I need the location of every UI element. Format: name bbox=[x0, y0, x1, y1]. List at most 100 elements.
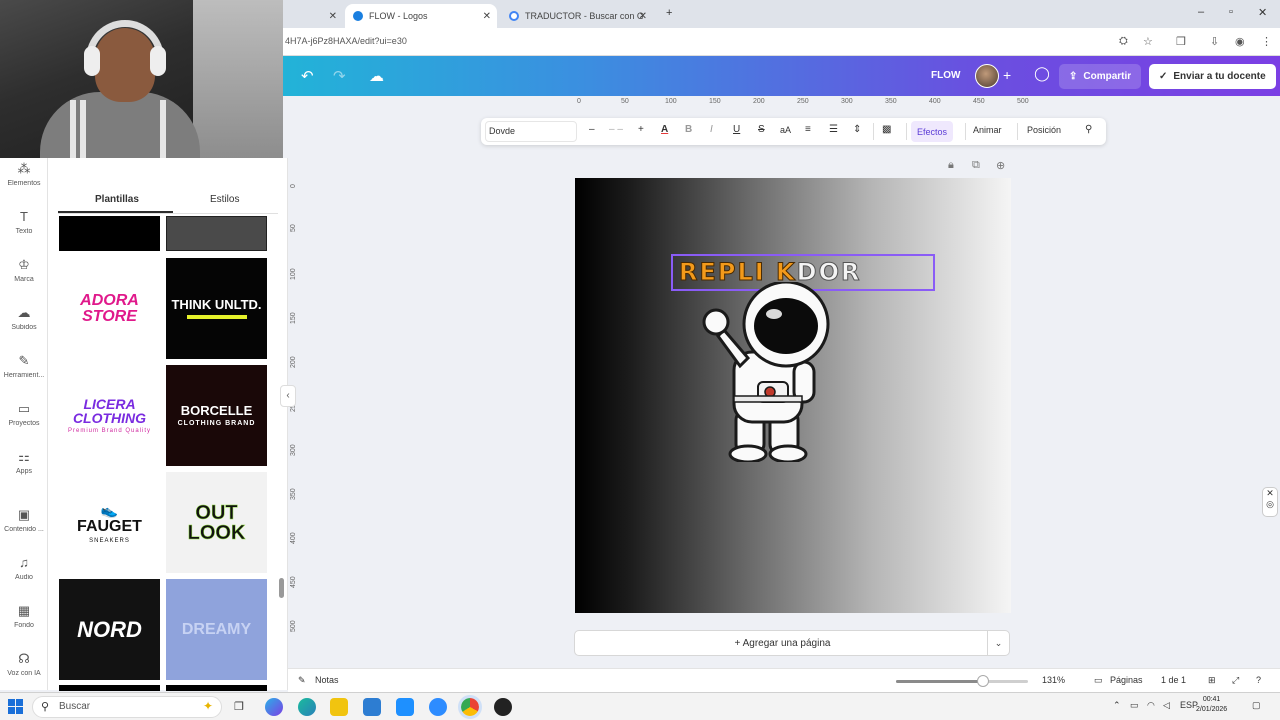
position-button[interactable]: Posición bbox=[1027, 125, 1061, 135]
share-button[interactable]: ⇪ Compartir bbox=[1059, 64, 1142, 89]
chevron-down-icon[interactable]: ⌄ bbox=[987, 631, 1009, 655]
close-tab-icon[interactable]: ✕ bbox=[639, 11, 647, 22]
rail-item-projects[interactable]: ▭ Proyectos bbox=[0, 401, 48, 427]
minimize-icon[interactable]: – bbox=[1198, 6, 1204, 18]
notes-button[interactable]: Notas bbox=[315, 675, 339, 685]
pages-button[interactable]: Páginas bbox=[1110, 675, 1143, 685]
volume-icon[interactable]: ◁ bbox=[1163, 700, 1170, 711]
animate-button[interactable]: Animar bbox=[973, 125, 1002, 135]
cloud-save-icon[interactable]: ☁ bbox=[369, 67, 384, 85]
template-tile[interactable]: DREAMY bbox=[166, 579, 267, 680]
send-to-teacher-button[interactable]: ✓ Enviar a tu docente bbox=[1149, 64, 1276, 89]
mail-icon[interactable] bbox=[396, 698, 414, 716]
font-family-select[interactable]: Dovde bbox=[485, 121, 577, 142]
wifi-icon[interactable]: ◠ bbox=[1147, 700, 1155, 711]
copilot-icon[interactable] bbox=[265, 698, 283, 716]
task-view-icon[interactable]: ❐ bbox=[234, 700, 244, 713]
strikethrough-icon[interactable]: S bbox=[758, 124, 765, 135]
zoom-slider-knob[interactable] bbox=[977, 675, 990, 687]
spacing-icon[interactable]: ⇕ bbox=[853, 124, 861, 135]
rail-item-text[interactable]: T Texto bbox=[0, 209, 48, 235]
tab-styles[interactable]: Estilos bbox=[210, 194, 239, 205]
network-icon[interactable]: ▭ bbox=[1130, 700, 1139, 711]
profile-icon[interactable]: ◉ bbox=[1235, 35, 1245, 48]
rail-item-brand[interactable]: ♔ Marca bbox=[0, 257, 48, 283]
font-size-decrease-icon[interactable]: – bbox=[589, 124, 595, 135]
template-tile[interactable]: THINK UNLTD. bbox=[166, 258, 267, 359]
template-tile[interactable]: 👟 FAUGET SNEAKERS bbox=[59, 472, 160, 573]
windows-start-icon[interactable] bbox=[8, 699, 24, 715]
assistant-icon[interactable]: ◎ bbox=[1263, 499, 1277, 510]
case-icon[interactable]: aA bbox=[780, 125, 791, 135]
close-icon[interactable]: ✕ bbox=[1263, 488, 1277, 499]
template-tile[interactable] bbox=[166, 216, 267, 251]
design-canvas[interactable]: REPLI KDOR bbox=[575, 178, 1011, 613]
redo-icon[interactable]: ↷ bbox=[333, 67, 346, 85]
undo-icon[interactable]: ↶ bbox=[301, 67, 314, 85]
help-icon[interactable]: ? bbox=[1256, 675, 1261, 685]
tray-chevron-icon[interactable]: ⌃ bbox=[1113, 700, 1121, 711]
close-tab-icon[interactable]: ✕ bbox=[329, 11, 337, 22]
grid-view-icon[interactable]: ⊞ bbox=[1208, 675, 1216, 686]
astronaut-graphic[interactable] bbox=[700, 282, 840, 462]
align-icon[interactable]: ≡ bbox=[805, 124, 811, 135]
zoom-app-icon[interactable] bbox=[429, 698, 447, 716]
menu-icon[interactable]: ⋮ bbox=[1261, 35, 1272, 48]
file-explorer-icon[interactable] bbox=[330, 698, 348, 716]
notifications-icon[interactable]: ▢ bbox=[1252, 700, 1261, 711]
extensions-icon[interactable]: ❒ bbox=[1176, 35, 1186, 48]
close-window-icon[interactable]: ✕ bbox=[1258, 6, 1267, 19]
translate-icon[interactable]: ⛭ bbox=[1119, 35, 1128, 48]
fullscreen-icon[interactable]: ⤢ bbox=[1232, 675, 1239, 686]
rail-item-voice[interactable]: ☊ Voz con IA bbox=[0, 651, 48, 677]
browser-tab[interactable]: TRADUCTOR - Buscar con Goo ✕ bbox=[501, 4, 653, 28]
tab-templates[interactable]: Plantillas bbox=[95, 194, 139, 205]
font-size-increase-icon[interactable]: + bbox=[638, 124, 644, 135]
template-tile[interactable] bbox=[166, 685, 267, 691]
rail-item-tools[interactable]: ✎ Herramient... bbox=[0, 353, 48, 379]
rail-item-audio[interactable]: ♫ Audio bbox=[0, 555, 48, 581]
chrome-icon[interactable] bbox=[458, 695, 482, 719]
rail-item-elements[interactable]: ⁂ Elementos bbox=[0, 161, 48, 187]
transparency-icon[interactable]: ▩ bbox=[882, 124, 891, 135]
collapse-panel-button[interactable]: ‹ bbox=[280, 385, 296, 407]
browser-tab[interactable]: ✕ bbox=[283, 4, 343, 28]
list-icon[interactable]: ☰ bbox=[829, 124, 838, 135]
floating-side-widget[interactable]: ✕ ◎ bbox=[1262, 487, 1278, 517]
close-tab-icon[interactable]: ✕ bbox=[483, 11, 491, 22]
bookmark-star-icon[interactable]: ☆ bbox=[1143, 35, 1153, 48]
taskbar-search[interactable]: ⚲ Buscar ✦ bbox=[32, 696, 222, 718]
add-collaborator-icon[interactable]: + bbox=[1003, 67, 1011, 83]
rail-item-uploads[interactable]: ☁ Subidos bbox=[0, 305, 48, 331]
template-tile[interactable]: OUT LOOK bbox=[166, 472, 267, 573]
rail-item-content[interactable]: ▣ Contenido ... bbox=[0, 507, 48, 533]
paint-format-icon[interactable]: ⚲ bbox=[1085, 124, 1092, 135]
panel-scrollbar[interactable] bbox=[279, 578, 284, 598]
template-tile[interactable] bbox=[59, 685, 160, 691]
effects-button[interactable]: Efectos bbox=[911, 121, 954, 142]
bold-icon[interactable]: B bbox=[685, 124, 692, 135]
address-bar[interactable]: 4H7A-j6Pz8HAXA/edit?ui=e30 ⛭ ☆ ❒ ⇩ ◉ ⋮ bbox=[283, 28, 1280, 56]
avatar[interactable] bbox=[975, 64, 999, 88]
underline-icon[interactable]: U bbox=[733, 124, 740, 135]
template-tile[interactable]: NORD bbox=[59, 579, 160, 680]
project-name[interactable]: FLOW bbox=[931, 70, 960, 81]
obs-icon[interactable] bbox=[494, 698, 512, 716]
add-page-button[interactable]: + Agregar una página ⌄ bbox=[574, 630, 1010, 656]
text-color-icon[interactable]: A bbox=[661, 124, 668, 135]
browser-tab-active[interactable]: FLOW - Logos ✕ bbox=[345, 4, 497, 28]
rail-item-background[interactable]: ▦ Fondo bbox=[0, 603, 48, 629]
template-tile[interactable] bbox=[59, 216, 160, 251]
lock-icon[interactable]: 🔒︎ bbox=[948, 159, 954, 172]
template-tile[interactable]: ADORA STORE bbox=[59, 258, 160, 359]
url-text[interactable]: 4H7A-j6Pz8HAXA/edit?ui=e30 bbox=[285, 36, 407, 46]
rail-item-apps[interactable]: ⚏ Apps bbox=[0, 449, 48, 475]
comment-icon[interactable]: ◯ bbox=[1031, 65, 1053, 87]
maximize-icon[interactable]: ▫ bbox=[1229, 6, 1233, 18]
template-tile[interactable]: BORCELLE CLOTHING BRAND bbox=[166, 365, 267, 466]
notes-icon[interactable]: ✎ bbox=[298, 675, 306, 686]
add-page-icon[interactable]: ⊕ bbox=[996, 159, 1005, 172]
italic-icon[interactable]: I bbox=[710, 124, 713, 135]
template-tile[interactable]: LICERA CLOTHING Premium Brand Quality bbox=[59, 365, 160, 466]
new-tab-icon[interactable]: + bbox=[666, 7, 672, 19]
